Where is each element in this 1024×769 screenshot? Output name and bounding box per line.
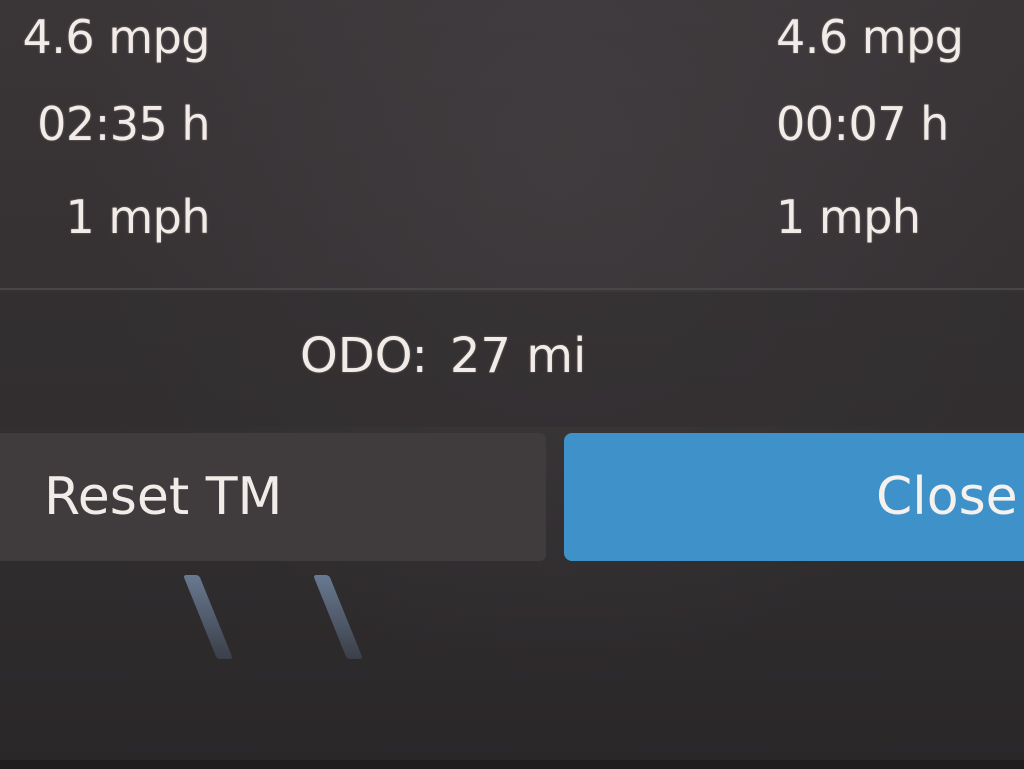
trip-a-duration: 02:35 h — [37, 97, 210, 151]
trip-computer-screen: 4.6 mpg 02:35 h 1 mph 4.6 mpg 00:07 h 1 … — [0, 0, 1024, 769]
section-divider — [0, 288, 1024, 290]
odometer-readout: ODO: 27 mi — [300, 332, 586, 380]
trip-b-fuel-economy: 4.6 mpg — [776, 10, 964, 64]
trip-a-fuel-economy: 4.6 mpg — [22, 10, 211, 64]
close-button[interactable]: Close — [564, 433, 1024, 561]
trip-a-average-speed: 1 mph — [65, 190, 210, 244]
odometer-value: 27 mi — [449, 328, 587, 384]
trip-b-average-speed: 1 mph — [776, 190, 921, 244]
reset-tm-button[interactable]: Reset TM — [0, 433, 546, 561]
odometer-label: ODO: — [300, 328, 428, 384]
screen-bezel-edge — [0, 760, 1024, 769]
trip-b-duration: 00:07 h — [776, 97, 949, 151]
reset-tm-button-label: Reset TM — [44, 467, 283, 527]
close-button-label: Close — [876, 467, 1018, 527]
road-lane-icon — [183, 575, 233, 659]
road-lane-icon — [313, 575, 363, 659]
